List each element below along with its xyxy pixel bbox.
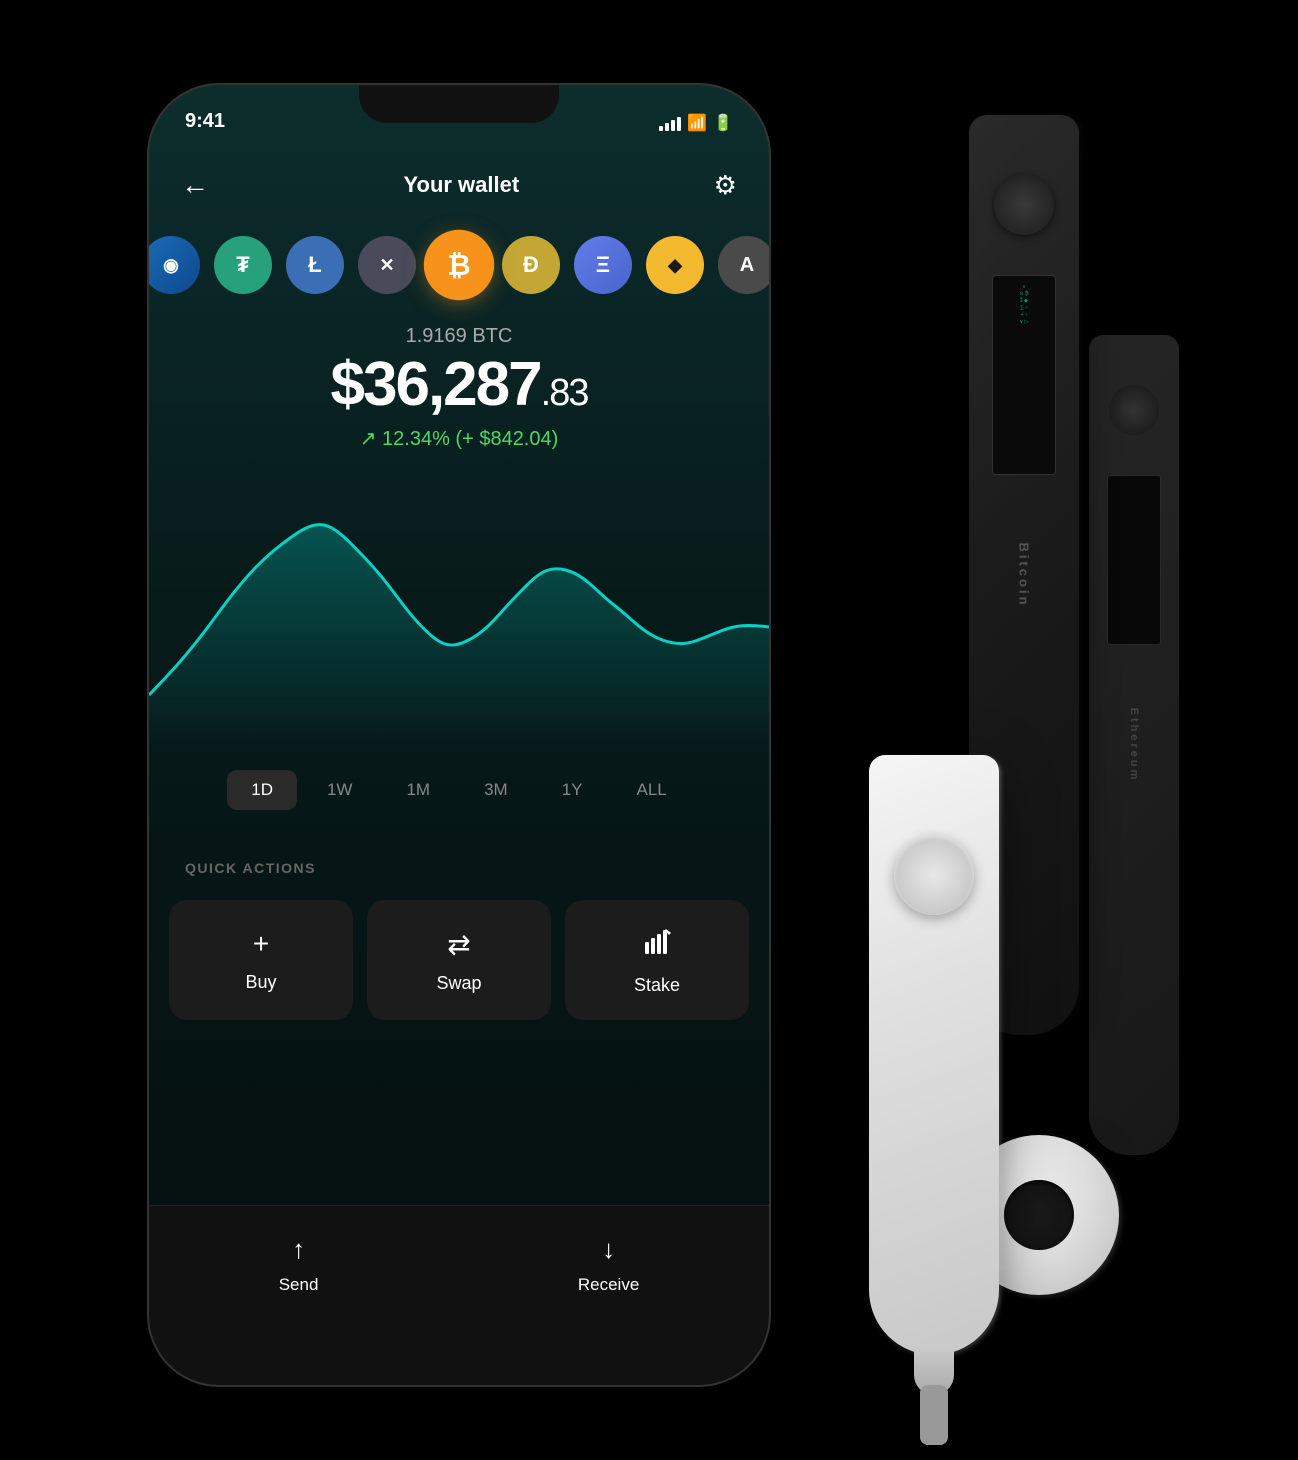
phone-device: 9:41 📶 🔋 ← Your wallet ⚙ bbox=[149, 85, 769, 1385]
coin-binance[interactable]: ◆ bbox=[646, 236, 704, 294]
usd-price: $36,287.83 bbox=[149, 354, 769, 416]
bottom-bar: ↑ Send ↓ Receive bbox=[149, 1205, 769, 1385]
page-title: Your wallet bbox=[403, 172, 519, 198]
time-btn-1d[interactable]: 1D bbox=[227, 770, 297, 810]
coin-xrp[interactable]: ✕ bbox=[358, 236, 416, 294]
price-section: 1.9169 BTC $36,287.83 ↗ 12.34% (+ $842.0… bbox=[149, 325, 769, 451]
ledger-nano-s-white bbox=[869, 755, 999, 1355]
time-btn-1m[interactable]: 1M bbox=[382, 770, 454, 810]
price-change: ↗ 12.34% (+ $842.04) bbox=[149, 426, 769, 451]
chart-fill bbox=[149, 525, 769, 755]
device-screen-2 bbox=[1107, 475, 1161, 645]
signal-bars-icon bbox=[659, 115, 681, 131]
time-btn-all[interactable]: ALL bbox=[613, 770, 691, 810]
signal-bar-4 bbox=[677, 117, 681, 131]
price-chart bbox=[149, 475, 769, 755]
device-label-bitcoin: Bitcoin bbox=[1017, 542, 1032, 607]
buy-label: Buy bbox=[245, 972, 276, 993]
back-button[interactable]: ← bbox=[181, 169, 209, 201]
usd-cents: .83 bbox=[541, 372, 588, 414]
coin-bitcoin[interactable]: ₿ bbox=[427, 233, 491, 297]
coin-unknown[interactable]: ◉ bbox=[149, 236, 200, 294]
time-btn-3m[interactable]: 3M bbox=[460, 770, 532, 810]
coin-row: ◉ ₮ Ł ✕ ₿ Ð Ξ ◆ A bbox=[149, 225, 769, 305]
swap-icon: ⇄ bbox=[447, 928, 470, 961]
quick-actions-row: + Buy ⇄ Swap bbox=[169, 900, 749, 1020]
battery-icon: 🔋 bbox=[713, 113, 733, 133]
header: ← Your wallet ⚙ bbox=[149, 150, 769, 220]
btc-amount: 1.9169 BTC bbox=[149, 325, 769, 348]
signal-bar-3 bbox=[671, 120, 675, 131]
receive-label: Receive bbox=[578, 1275, 639, 1295]
wifi-icon: 📶 bbox=[687, 113, 707, 133]
usd-main: $36,287 bbox=[331, 350, 541, 419]
swap-label: Swap bbox=[436, 973, 481, 994]
stake-icon bbox=[643, 928, 671, 963]
device-screen-text-1: ∧⊙ ₿⁑ ◆∑ ○+ ↑∨ ▷ bbox=[1019, 284, 1028, 326]
buy-icon: + bbox=[253, 928, 269, 960]
time-btn-1w[interactable]: 1W bbox=[303, 770, 377, 810]
ledger-nano-x-ethereum: Ethereum bbox=[1089, 335, 1179, 1155]
coin-tether[interactable]: ₮ bbox=[214, 236, 272, 294]
status-time: 9:41 bbox=[185, 110, 225, 133]
status-icons: 📶 🔋 bbox=[659, 113, 733, 133]
stake-label: Stake bbox=[634, 975, 680, 996]
signal-bar-2 bbox=[665, 123, 669, 131]
swap-button[interactable]: ⇄ Swap bbox=[367, 900, 551, 1020]
stake-button[interactable]: Stake bbox=[565, 900, 749, 1020]
quick-actions-label: QUICK ACTIONS bbox=[185, 860, 316, 876]
send-label: Send bbox=[279, 1275, 319, 1295]
send-icon: ↑ bbox=[292, 1234, 305, 1265]
coin-dogecoin[interactable]: Ð bbox=[502, 236, 560, 294]
scene: 9:41 📶 🔋 ← Your wallet ⚙ bbox=[99, 55, 1199, 1405]
signal-bar-1 bbox=[659, 126, 663, 131]
device-screen-1: ∧⊙ ₿⁑ ◆∑ ○+ ↑∨ ▷ bbox=[992, 275, 1056, 475]
notch bbox=[359, 85, 559, 123]
device-label-ethereum: Ethereum bbox=[1128, 708, 1140, 783]
chart-container bbox=[149, 475, 769, 755]
receive-icon: ↓ bbox=[602, 1234, 615, 1265]
send-button[interactable]: ↑ Send bbox=[279, 1234, 319, 1295]
buy-button[interactable]: + Buy bbox=[169, 900, 353, 1020]
coin-ethereum[interactable]: Ξ bbox=[574, 236, 632, 294]
device-white-usb bbox=[920, 1385, 948, 1445]
settings-button[interactable]: ⚙ bbox=[714, 170, 737, 201]
phone-screen: 9:41 📶 🔋 ← Your wallet ⚙ bbox=[149, 85, 769, 1385]
receive-button[interactable]: ↓ Receive bbox=[578, 1234, 639, 1295]
coin-algo[interactable]: A bbox=[718, 236, 769, 294]
time-btn-1y[interactable]: 1Y bbox=[538, 770, 607, 810]
coin-litecoin[interactable]: Ł bbox=[286, 236, 344, 294]
time-selector: 1D 1W 1M 3M 1Y ALL bbox=[149, 770, 769, 810]
